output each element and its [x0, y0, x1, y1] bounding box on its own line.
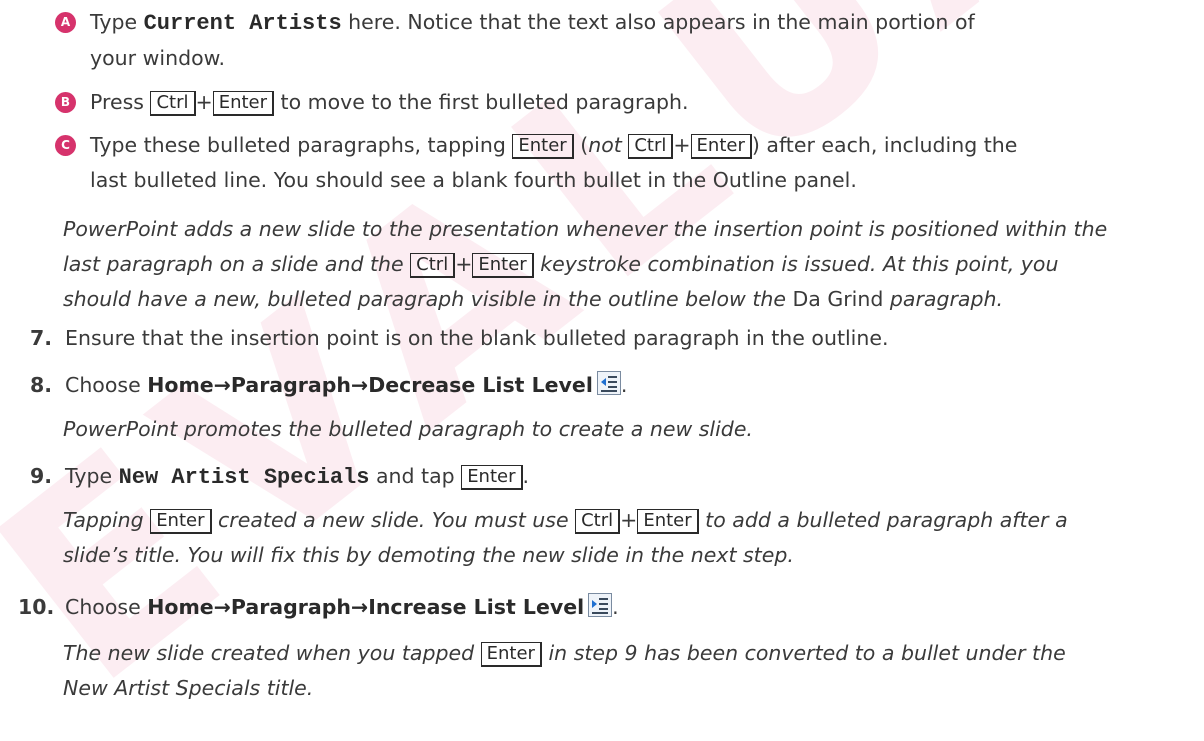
typed-text: Current Artists	[143, 11, 342, 36]
key-ctrl: Ctrl	[575, 509, 621, 534]
step-number: 8.	[30, 373, 53, 397]
step-number: 7.	[30, 326, 53, 350]
note-paragraph: Tapping Enter created a new slide. You m…	[63, 508, 1068, 567]
key-ctrl: Ctrl	[150, 91, 196, 116]
key-ctrl: Ctrl	[628, 134, 674, 159]
increase-list-level-icon	[588, 593, 613, 617]
substep-line: your window.	[90, 46, 226, 70]
note-paragraph: The new slide created when you tapped En…	[63, 641, 1066, 700]
substep-line: Type Current Artists here. Notice that t…	[90, 10, 975, 36]
key-enter: Enter	[480, 642, 542, 667]
step-number: 10.	[18, 595, 55, 619]
substep-a: A Type Current Artists here. Notice that…	[55, 5, 1170, 76]
step-text: Choose Home→Paragraph→Increase List Leve…	[65, 593, 619, 619]
substep-line: Type these bulleted paragraphs, tapping …	[90, 133, 1018, 159]
step-text: Choose Home→Paragraph→Decrease List Leve…	[65, 371, 628, 397]
substep-line: last bulleted line. You should see a bla…	[90, 168, 857, 192]
substep-badge: C	[55, 135, 76, 156]
key-ctrl: Ctrl	[410, 253, 456, 278]
key-enter: Enter	[150, 509, 212, 534]
note-paragraph: PowerPoint adds a new slide to the prese…	[63, 217, 1108, 311]
step-text: Type New Artist Specials and tap Enter.	[65, 464, 530, 490]
key-enter: Enter	[472, 253, 534, 278]
substep-c: C Type these bulleted paragraphs, tappin…	[55, 128, 1170, 198]
command-path: Home→Paragraph→Decrease List Level	[147, 373, 593, 397]
typed-text: New Artist Specials	[118, 465, 370, 490]
substep-b: B Press Ctrl + Enter to move to the first …	[55, 85, 1170, 120]
key-enter: Enter	[637, 509, 699, 534]
key-enter: Enter	[461, 465, 523, 490]
substep-badge: A	[55, 12, 76, 33]
substep-line: Press Ctrl + Enter to move to the first bu…	[90, 90, 689, 116]
decrease-list-level-icon	[596, 371, 621, 395]
key-enter: Enter	[212, 91, 275, 116]
note-paragraph: PowerPoint promotes the bulleted paragra…	[63, 417, 753, 441]
key-enter: Enter	[512, 134, 574, 159]
key-enter: Enter	[690, 134, 752, 159]
substep-badge: B	[55, 92, 76, 113]
command-path: Home→Paragraph→Increase List Level	[147, 595, 585, 619]
step-number: 9.	[30, 464, 53, 488]
step-text: Ensure that the insertion point is on th…	[65, 326, 889, 350]
